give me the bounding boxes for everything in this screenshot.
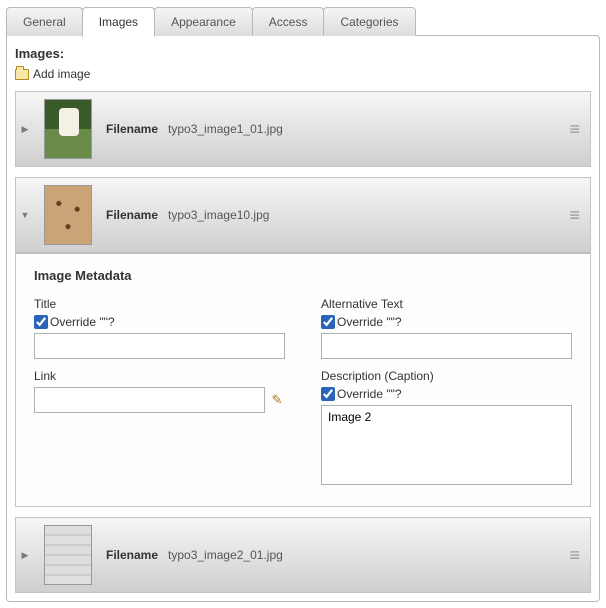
link-input[interactable] bbox=[34, 387, 265, 413]
image-row-header[interactable]: ▼ Filename typo3_image10.jpg ≡ bbox=[16, 178, 590, 252]
description-override: Override ""? bbox=[321, 387, 572, 401]
add-image-button[interactable]: Add image bbox=[15, 67, 591, 81]
tabs: General Images Appearance Access Categor… bbox=[6, 6, 600, 36]
image-row-header[interactable]: ▶ Filename typo3_image2_01.jpg ≡ bbox=[16, 518, 590, 592]
filename-line: Filename typo3_image1_01.jpg bbox=[106, 122, 555, 136]
field-link: Link ✎ bbox=[34, 369, 285, 488]
tab-panel-images: Images: Add image ▶ Filename typo3_image… bbox=[6, 35, 600, 602]
title-override: Override ""? bbox=[34, 315, 285, 329]
thumbnail bbox=[44, 99, 92, 159]
image-item: ▼ Filename typo3_image10.jpg ≡ Image Met… bbox=[15, 177, 591, 507]
image-metadata-panel: Image Metadata Title Override ""? Altern… bbox=[16, 252, 590, 506]
alt-override-label: Override ""? bbox=[337, 315, 402, 329]
drag-handle-icon[interactable]: ≡ bbox=[569, 120, 580, 138]
filename-line: Filename typo3_image10.jpg bbox=[106, 208, 555, 222]
filename-label: Filename bbox=[106, 208, 158, 222]
expand-toggle[interactable]: ▶ bbox=[20, 550, 30, 561]
drag-handle-icon[interactable]: ≡ bbox=[569, 206, 580, 224]
title-label: Title bbox=[34, 297, 285, 311]
add-image-label: Add image bbox=[33, 67, 90, 81]
metadata-heading: Image Metadata bbox=[34, 268, 572, 283]
description-label: Description (Caption) bbox=[321, 369, 572, 383]
filename-label: Filename bbox=[106, 122, 158, 136]
field-description: Description (Caption) Override ""? bbox=[321, 369, 572, 488]
image-item: ▶ Filename typo3_image1_01.jpg ≡ bbox=[15, 91, 591, 167]
folder-icon bbox=[15, 69, 29, 80]
tab-access[interactable]: Access bbox=[252, 7, 325, 36]
filename-value: typo3_image1_01.jpg bbox=[168, 122, 283, 136]
filename-label: Filename bbox=[106, 548, 158, 562]
alt-input[interactable] bbox=[321, 333, 572, 359]
alt-label: Alternative Text bbox=[321, 297, 572, 311]
drag-handle-icon[interactable]: ≡ bbox=[569, 546, 580, 564]
filename-value: typo3_image2_01.jpg bbox=[168, 548, 283, 562]
description-textarea[interactable] bbox=[321, 405, 572, 485]
section-label: Images: bbox=[15, 46, 591, 61]
title-input[interactable] bbox=[34, 333, 285, 359]
title-override-label: Override ""? bbox=[50, 315, 115, 329]
thumbnail bbox=[44, 185, 92, 245]
field-alt: Alternative Text Override ""? bbox=[321, 297, 572, 359]
filename-value: typo3_image10.jpg bbox=[168, 208, 269, 222]
filename-line: Filename typo3_image2_01.jpg bbox=[106, 548, 555, 562]
link-wizard-icon[interactable]: ✎ bbox=[269, 392, 285, 408]
expand-toggle[interactable]: ▶ bbox=[20, 124, 30, 135]
alt-override-checkbox[interactable] bbox=[321, 315, 335, 329]
alt-override: Override ""? bbox=[321, 315, 572, 329]
thumbnail bbox=[44, 525, 92, 585]
tab-images[interactable]: Images bbox=[82, 7, 155, 37]
tab-categories[interactable]: Categories bbox=[323, 7, 415, 36]
image-item: ▶ Filename typo3_image2_01.jpg ≡ bbox=[15, 517, 591, 593]
image-row-header[interactable]: ▶ Filename typo3_image1_01.jpg ≡ bbox=[16, 92, 590, 166]
tab-general[interactable]: General bbox=[6, 7, 83, 36]
collapse-toggle[interactable]: ▼ bbox=[20, 210, 30, 220]
tab-appearance[interactable]: Appearance bbox=[154, 7, 253, 36]
title-override-checkbox[interactable] bbox=[34, 315, 48, 329]
link-label: Link bbox=[34, 369, 285, 383]
description-override-label: Override ""? bbox=[337, 387, 402, 401]
field-title: Title Override ""? bbox=[34, 297, 285, 359]
description-override-checkbox[interactable] bbox=[321, 387, 335, 401]
